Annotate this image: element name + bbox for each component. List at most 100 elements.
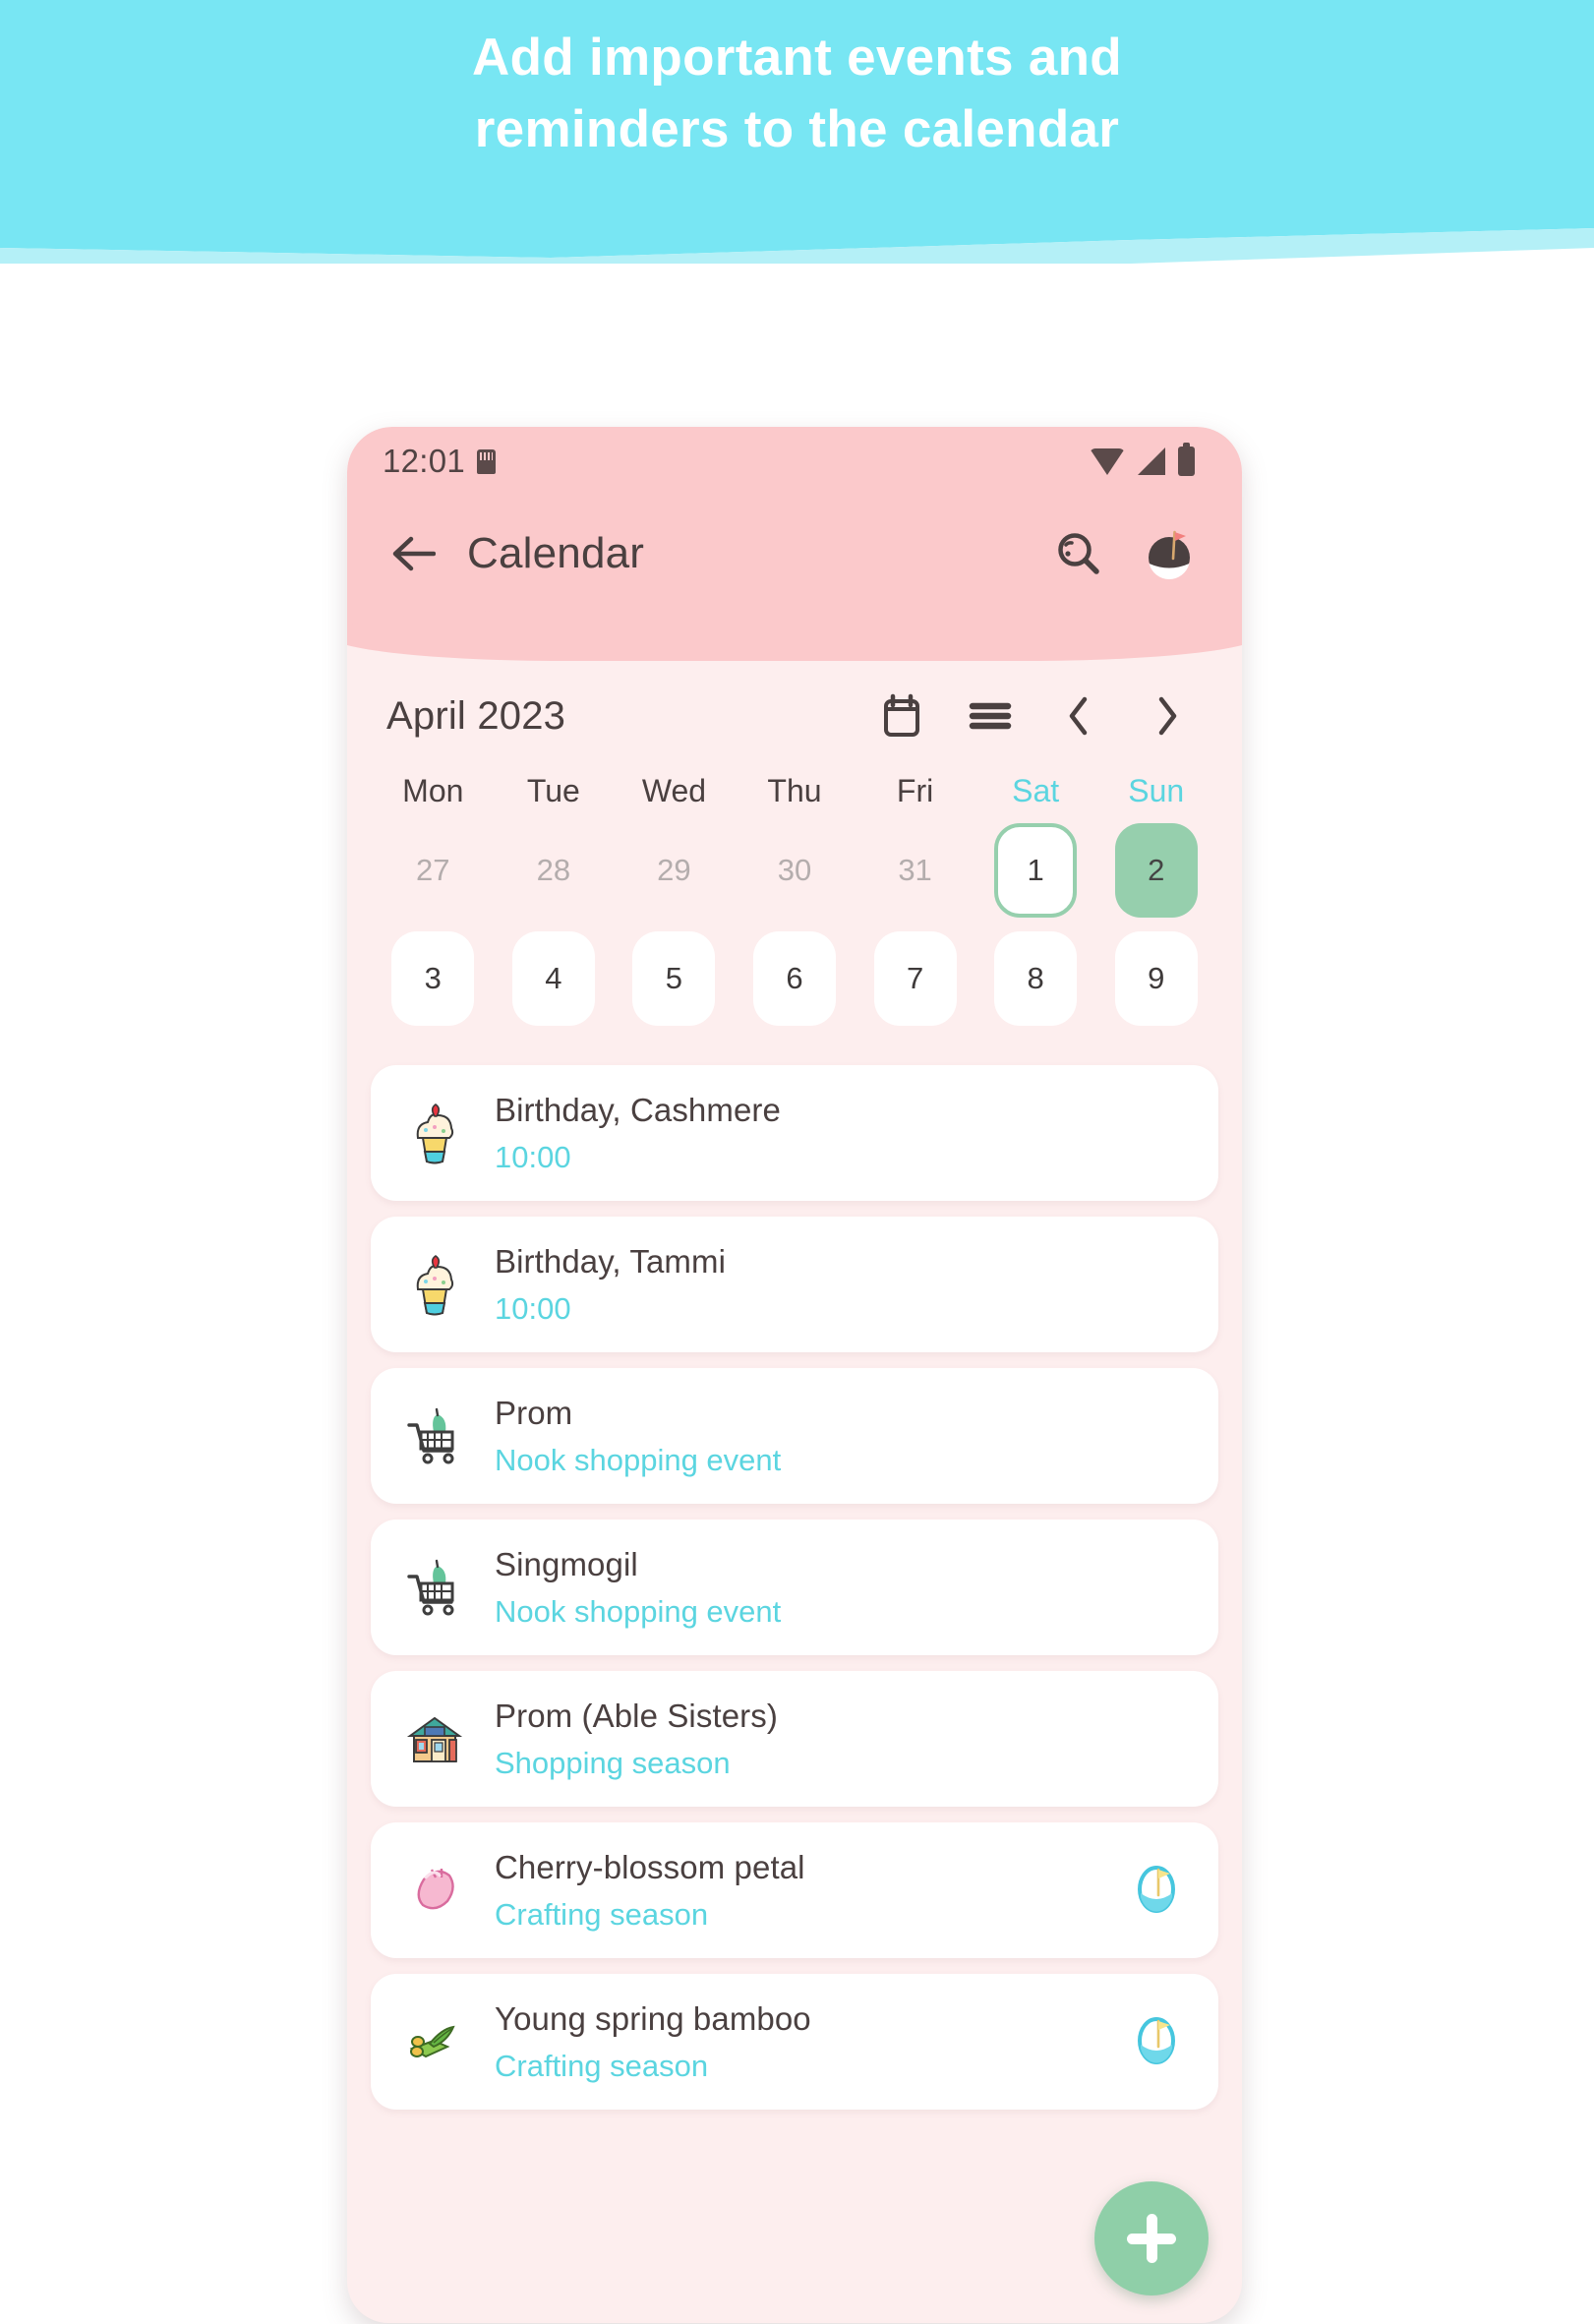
event-text: Singmogil Nook shopping event (495, 1546, 1189, 1630)
profile-button[interactable] (1140, 524, 1199, 583)
date-cell-27[interactable]: 27 (391, 823, 474, 918)
date-cell-2[interactable]: 2 (1114, 823, 1198, 918)
event-title: Singmogil (495, 1545, 638, 1582)
season-timer-icon (1138, 2017, 1175, 2064)
date-cell-wrapper: 30 (735, 823, 856, 918)
weekday-label-sat: Sat (1012, 773, 1060, 808)
wifi-icon (1090, 447, 1125, 475)
page-title: Calendar (467, 529, 645, 577)
list-view-button[interactable] (963, 688, 1018, 744)
date-cell-9[interactable]: 9 (1114, 931, 1198, 1026)
status-time: 12:01 (383, 443, 466, 479)
list-view-icon (969, 702, 1012, 730)
battery-icon (1178, 443, 1195, 476)
back-button[interactable] (383, 523, 443, 584)
shopping-cart-icon (404, 1401, 465, 1470)
event-list-item[interactable]: Prom Nook shopping event (371, 1368, 1218, 1504)
event-subtitle: Crafting season (495, 1896, 709, 1932)
event-list-item[interactable]: Prom (Able Sisters) Shopping season (371, 1671, 1218, 1807)
search-icon (1058, 533, 1099, 574)
date-row-week-2: 3456789 (347, 931, 1242, 1026)
bamboo-icon (404, 2007, 465, 2076)
app-bar: 12:01 Calendar (347, 427, 1242, 661)
cupcake-icon (416, 1255, 454, 1316)
event-list-item[interactable]: Young spring bamboo Crafting season (371, 1974, 1218, 2110)
event-title: Prom (495, 1394, 573, 1431)
weekday-label-mon: Mon (402, 773, 464, 808)
event-title: Birthday, Cashmere (495, 1091, 781, 1128)
cherry-blossom-petal-icon (404, 1856, 465, 1925)
status-bar-right (1090, 443, 1195, 476)
event-text: Birthday, Cashmere 10:00 (495, 1092, 1189, 1175)
calendar-view-icon (884, 693, 919, 737)
event-subtitle: Shopping season (495, 1745, 731, 1780)
event-subtitle: Crafting season (495, 2048, 709, 2083)
event-text: Prom (Able Sisters) Shopping season (495, 1698, 1189, 1781)
add-event-fab[interactable] (1094, 2181, 1209, 2295)
cupcake-icon (404, 1099, 465, 1167)
cupcake-icon (416, 1103, 454, 1164)
event-title: Cherry-blossom petal (495, 1848, 805, 1885)
date-cell-wrapper: 7 (855, 931, 975, 1026)
date-cell-wrapper: 1 (975, 823, 1096, 918)
sd-card-icon (477, 448, 497, 474)
event-title: Prom (Able Sisters) (495, 1697, 778, 1734)
weekday-label-wed: Wed (641, 773, 707, 808)
chevron-right-icon (1158, 696, 1177, 736)
date-cell-3[interactable]: 3 (391, 931, 475, 1026)
date-cell-31[interactable]: 31 (874, 823, 957, 918)
date-cell-1[interactable]: 1 (994, 823, 1078, 918)
arrow-left-icon (392, 536, 436, 571)
weekday-label-tue: Tue (526, 773, 580, 808)
shop-house-icon (404, 1704, 465, 1773)
chevron-left-icon (1069, 696, 1088, 736)
date-cell-28[interactable]: 28 (512, 823, 595, 918)
search-button[interactable] (1049, 524, 1108, 583)
status-bar: 12:01 (347, 427, 1242, 496)
event-text: Birthday, Tammi 10:00 (495, 1243, 1189, 1327)
title-bar: Calendar (347, 496, 1242, 612)
date-cell-wrapper: 6 (735, 931, 856, 1026)
previous-month-button[interactable] (1051, 688, 1106, 744)
island-flag-icon (1149, 530, 1190, 580)
weekday-label-fri: Fri (896, 773, 934, 808)
date-cell-wrapper: 4 (494, 931, 615, 1026)
date-cell-wrapper: 28 (494, 823, 615, 918)
event-subtitle: 10:00 (495, 1139, 571, 1174)
date-cell-5[interactable]: 5 (632, 931, 716, 1026)
date-cell-4[interactable]: 4 (511, 931, 595, 1026)
month-label: April 2023 (386, 693, 566, 738)
season-timer-icon (1128, 2011, 1189, 2072)
event-list-item[interactable]: Birthday, Cashmere 10:00 (371, 1065, 1218, 1201)
date-cell-8[interactable]: 8 (994, 931, 1078, 1026)
shopping-cart-icon (407, 1559, 454, 1616)
event-text: Young spring bamboo Crafting season (495, 2000, 1118, 2084)
event-list-item[interactable]: Cherry-blossom petal Crafting season (371, 1822, 1218, 1958)
promo-banner: Add important events and reminders to th… (0, 0, 1594, 264)
season-timer-icon (1138, 1866, 1175, 1913)
phone-mockup: 12:01 Calendar April 2023 Mon Tue Wed Th… (347, 427, 1242, 2323)
date-cell-29[interactable]: 29 (632, 823, 715, 918)
event-list: Birthday, Cashmere 10:00 Birthday, Tammi 1… (347, 1065, 1242, 2110)
event-list-item[interactable]: Birthday, Tammi 10:00 (371, 1217, 1218, 1352)
next-month-button[interactable] (1140, 688, 1195, 744)
date-cell-30[interactable]: 30 (753, 823, 836, 918)
date-cell-wrapper: 27 (373, 823, 494, 918)
app-bar-actions (1049, 524, 1199, 583)
event-subtitle: 10:00 (495, 1290, 571, 1326)
event-text: Cherry-blossom petal Crafting season (495, 1849, 1118, 1933)
status-bar-left: 12:01 (383, 443, 497, 480)
cherry-blossom-petal-icon (417, 1869, 454, 1910)
weekday-header: Mon Tue Wed Thu Fri Sat Sun (347, 773, 1242, 809)
banner-line-1: Add important events and (472, 29, 1122, 87)
event-title: Young spring bamboo (495, 1999, 811, 2037)
event-list-item[interactable]: Singmogil Nook shopping event (371, 1520, 1218, 1655)
bamboo-icon (409, 2025, 455, 2058)
calendar-view-button[interactable] (874, 688, 929, 744)
date-cell-7[interactable]: 7 (873, 931, 957, 1026)
date-cell-6[interactable]: 6 (752, 931, 836, 1026)
banner-line-2: reminders to the calendar (474, 100, 1120, 159)
shopping-cart-icon (407, 1407, 454, 1464)
weekday-label-thu: Thu (767, 773, 822, 808)
date-cell-wrapper: 5 (614, 931, 735, 1026)
